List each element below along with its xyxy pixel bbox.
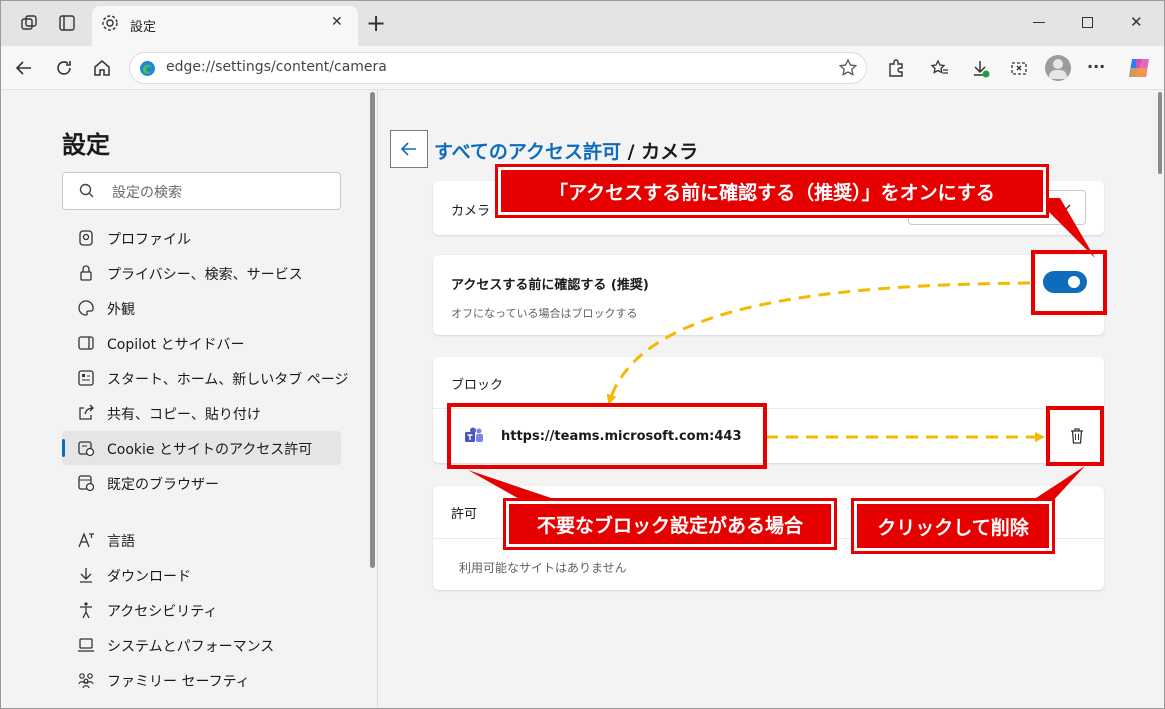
- breadcrumb: すべてのアクセス許可 / カメラ: [434, 137, 698, 164]
- sidebar-item-label: プライバシー、検索、サービス: [107, 267, 303, 283]
- page-title: 設定: [62, 131, 110, 159]
- sidebar-item-label: アクセシビリティ: [107, 604, 218, 620]
- maximize-icon[interactable]: [1082, 17, 1093, 28]
- screenshot-icon[interactable]: [1007, 57, 1031, 79]
- callout-unnecessary-block: 不要なブロック設定がある場合: [503, 498, 837, 550]
- profile-icon: [76, 228, 96, 248]
- sidebar-item-language[interactable]: [62, 523, 341, 557]
- avatar[interactable]: [1045, 55, 1071, 81]
- favorite-star-icon[interactable]: [836, 57, 860, 79]
- sidebar-item-label: プロファイル: [107, 232, 191, 248]
- chevron-down-icon: [1058, 200, 1072, 214]
- sidebar-item-label: ダウンロード: [107, 569, 191, 585]
- language-icon: [76, 530, 96, 550]
- download-icon: [76, 565, 96, 585]
- close-tab-icon[interactable]: ✕: [331, 14, 343, 30]
- home-icon[interactable]: [90, 57, 114, 79]
- home-grid-icon: [76, 368, 96, 388]
- share-icon: [76, 403, 96, 423]
- back-icon[interactable]: [12, 57, 36, 79]
- sidebar-item-appearance[interactable]: [62, 291, 341, 325]
- main-scrollbar[interactable]: [1158, 92, 1162, 174]
- workspaces-icon[interactable]: [18, 12, 40, 34]
- search-icon: [78, 182, 96, 200]
- breadcrumb-link[interactable]: すべてのアクセス許可: [434, 141, 621, 163]
- breadcrumb-current: / カメラ: [620, 141, 699, 163]
- tab-actions-icon[interactable]: [56, 12, 78, 34]
- browser-icon: [76, 473, 96, 493]
- sidebar-item-label: システムとパフォーマンス: [107, 639, 275, 655]
- block-header: ブロック: [451, 378, 504, 393]
- gear-icon: [101, 14, 119, 32]
- cookie-icon: [76, 438, 96, 458]
- accessibility-icon: [76, 600, 96, 620]
- favorites-icon[interactable]: [928, 57, 952, 79]
- copilot-icon[interactable]: [1126, 55, 1152, 81]
- search-placeholder: 設定の検索: [112, 185, 182, 201]
- back-arrow-icon: [400, 142, 416, 156]
- highlight-delete: [1046, 406, 1104, 466]
- sidebar-item-label: 言語: [107, 534, 135, 550]
- downloads-icon[interactable]: [968, 57, 992, 79]
- lock-icon: [76, 263, 96, 283]
- sidebar-item-label: Cookie とサイトのアクセス許可: [107, 442, 313, 458]
- url-text: edge://settings/content/camera: [166, 59, 387, 75]
- refresh-icon[interactable]: [52, 57, 76, 79]
- sidebar-item-profile[interactable]: [62, 221, 341, 255]
- sidebar-item-label: 外観: [107, 302, 135, 318]
- edge-logo-icon: [139, 60, 156, 77]
- ask-subtitle: オフになっている場合はブロックする: [451, 307, 638, 320]
- sidebar-item-label: ファミリー セーフティ: [107, 674, 250, 690]
- sidebar-item-label: スタート、ホーム、新しいタブ ページ: [107, 372, 349, 388]
- back-button[interactable]: [390, 130, 428, 168]
- close-window-icon[interactable]: ✕: [1130, 13, 1143, 31]
- highlight-blocked-site: [447, 403, 767, 469]
- tab-title: 設定: [130, 20, 157, 35]
- minimize-icon[interactable]: [1033, 22, 1045, 23]
- callout-turn-on-ask: 「アクセスする前に確認する（推奨）」をオンにする: [495, 164, 1049, 218]
- sidebar-icon: [76, 333, 96, 353]
- callout-click-delete: クリックして削除: [851, 498, 1055, 554]
- family-icon: [76, 670, 96, 690]
- sidebar-divider: [377, 90, 378, 709]
- sidebar-item-downloads[interactable]: [62, 558, 341, 592]
- ask-before-access-card: [433, 255, 1104, 335]
- allow-header: 許可: [451, 507, 478, 522]
- sidebar-item-label: Copilot とサイドバー: [107, 337, 245, 353]
- ask-title: アクセスする前に確認する (推奨): [451, 278, 649, 293]
- palette-icon: [76, 298, 96, 318]
- active-indicator: [62, 439, 65, 457]
- sidebar-item-label: 共有、コピー、貼り付け: [107, 407, 261, 423]
- sidebar-scrollbar[interactable]: [370, 92, 375, 568]
- camera-label: カメラ: [451, 204, 491, 219]
- highlight-toggle: [1031, 250, 1107, 315]
- laptop-icon: [76, 635, 96, 655]
- sidebar-item-label: 既定のブラウザー: [107, 477, 219, 493]
- allow-empty-text: 利用可能なサイトはありません: [459, 561, 627, 575]
- new-tab-icon[interactable]: +: [366, 9, 386, 37]
- more-menu-icon[interactable]: ···: [1087, 57, 1105, 76]
- extensions-icon[interactable]: [884, 57, 908, 79]
- search-input[interactable]: [62, 172, 341, 210]
